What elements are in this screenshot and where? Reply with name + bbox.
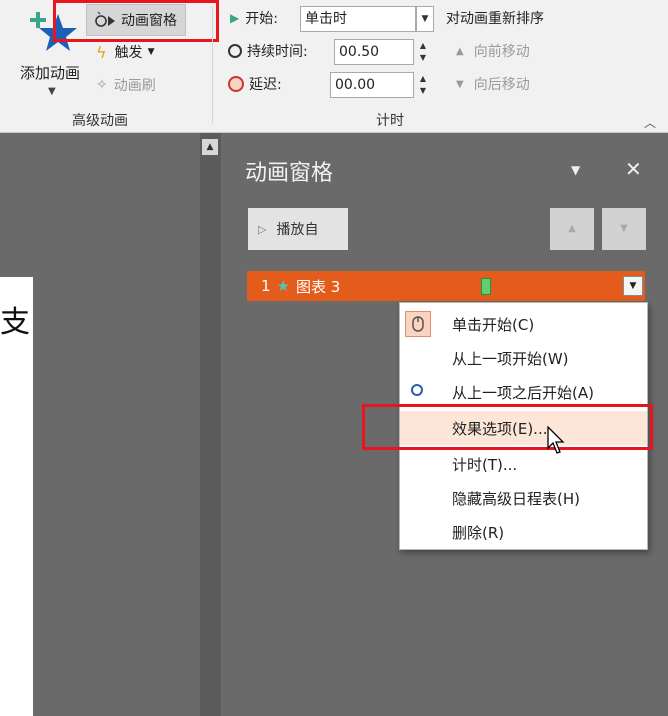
menu-item-hide-timeline[interactable]: 隐藏高级日程表(H) — [400, 481, 647, 515]
mouse-icon — [405, 311, 431, 337]
move-down-button[interactable]: ▼ — [602, 208, 646, 250]
chevron-down-icon: ▼ — [147, 47, 155, 57]
highlight-box-pane-button — [53, 0, 219, 42]
duration-input[interactable]: 00.50 — [334, 39, 414, 65]
group-label-timing: 计时 — [376, 113, 404, 129]
animation-item[interactable]: 1 ★ 图表 3 ▼ — [247, 271, 645, 301]
menu-item-label: 计时(T)... — [452, 456, 518, 474]
group-divider — [212, 6, 213, 124]
chevron-down-icon[interactable]: ▼ — [416, 6, 434, 32]
play-triangle-icon: ▶ — [230, 11, 240, 25]
delay-label: 延迟: — [228, 74, 282, 94]
brush-icon: ✧ — [96, 77, 108, 93]
pane-title: 动画窗格 — [245, 161, 334, 186]
duration-spinner[interactable]: ▲ ▼ — [415, 40, 431, 66]
item-name: 图表 3 — [296, 277, 341, 296]
duration-label-text: 持续时间: — [247, 44, 308, 60]
menu-item-label: 删除(R) — [452, 524, 505, 542]
scroll-up-icon[interactable]: ▲ — [202, 139, 218, 155]
move-up-button[interactable]: ▲ — [550, 208, 594, 250]
move-earlier-button[interactable]: ▲ 向前移动 — [456, 41, 530, 61]
menu-item-remove[interactable]: 删除(R) — [400, 515, 647, 549]
item-dropdown-icon[interactable]: ▼ — [623, 276, 643, 296]
group-label-advanced: 高级动画 — [72, 113, 128, 129]
clock-icon — [228, 44, 242, 58]
menu-item-label: 隐藏高级日程表(H) — [452, 490, 580, 508]
play-from-button[interactable]: ▷ 播放自 — [248, 208, 348, 250]
triangle-down-icon: ▼ — [456, 78, 464, 90]
play-icon: ▷ — [258, 222, 267, 236]
triangle-up-icon: ▲ — [456, 45, 464, 57]
star-icon: ★ — [276, 277, 290, 295]
item-number: 1 — [261, 277, 271, 295]
ribbon: 添加动画 ▼ 动画窗格 ϟ 触发 ▼ ✧ 动画刷 高级动画 ▶ 开始: 单击时 … — [0, 0, 668, 133]
collapse-ribbon-icon[interactable]: ︿ — [644, 114, 656, 131]
delay-label-text: 延迟: — [249, 77, 282, 93]
menu-item-with-previous[interactable]: 从上一项开始(W) — [400, 341, 647, 375]
delay-input[interactable]: 00.00 — [330, 72, 414, 98]
add-animation-label: 添加动画 — [19, 64, 80, 82]
close-icon[interactable]: ✕ — [625, 157, 642, 181]
animation-painter-button[interactable]: ✧ 动画刷 — [96, 75, 156, 95]
delay-spinner[interactable]: ▲ ▼ — [415, 73, 431, 99]
lightning-icon: ϟ — [96, 42, 107, 62]
slide-text-fragment: 支 — [0, 305, 30, 340]
start-label: ▶ 开始: — [230, 8, 278, 28]
vertical-scrollbar[interactable]: ▲ — [200, 133, 221, 716]
highlight-box-effect-options — [362, 404, 653, 450]
reorder-title: 对动画重新排序 — [446, 11, 544, 27]
trigger-button[interactable]: ϟ 触发 ▼ — [96, 42, 154, 62]
move-later-button[interactable]: ▼ 向后移动 — [456, 74, 530, 94]
mouse-pointer-icon — [547, 426, 565, 454]
chevron-down-icon: ▼ — [48, 86, 56, 97]
menu-item-label: 单击开始(C) — [452, 316, 535, 334]
menu-item-start-on-click[interactable]: 单击开始(C) — [400, 307, 647, 341]
menu-item-timing[interactable]: 计时(T)... — [400, 447, 647, 481]
delay-icon — [228, 76, 244, 92]
duration-label: 持续时间: — [228, 41, 308, 61]
play-from-label: 播放自 — [276, 222, 319, 238]
menu-item-label: 从上一项之后开始(A) — [452, 384, 594, 402]
menu-item-label: 从上一项开始(W) — [452, 350, 569, 368]
move-earlier-label: 向前移动 — [473, 44, 530, 60]
start-label-text: 开始: — [245, 11, 278, 27]
pane-options-icon[interactable]: ▼ — [571, 163, 580, 177]
start-select[interactable]: 单击时 — [300, 6, 416, 32]
slide-canvas[interactable]: 支 — [0, 277, 33, 716]
clock-icon — [411, 384, 423, 396]
timeline-bar[interactable] — [481, 278, 491, 295]
move-later-label: 向后移动 — [473, 77, 530, 93]
slide-editor: 支 — [0, 133, 200, 716]
trigger-label: 触发 — [114, 45, 143, 61]
animation-painter-label: 动画刷 — [113, 78, 156, 94]
